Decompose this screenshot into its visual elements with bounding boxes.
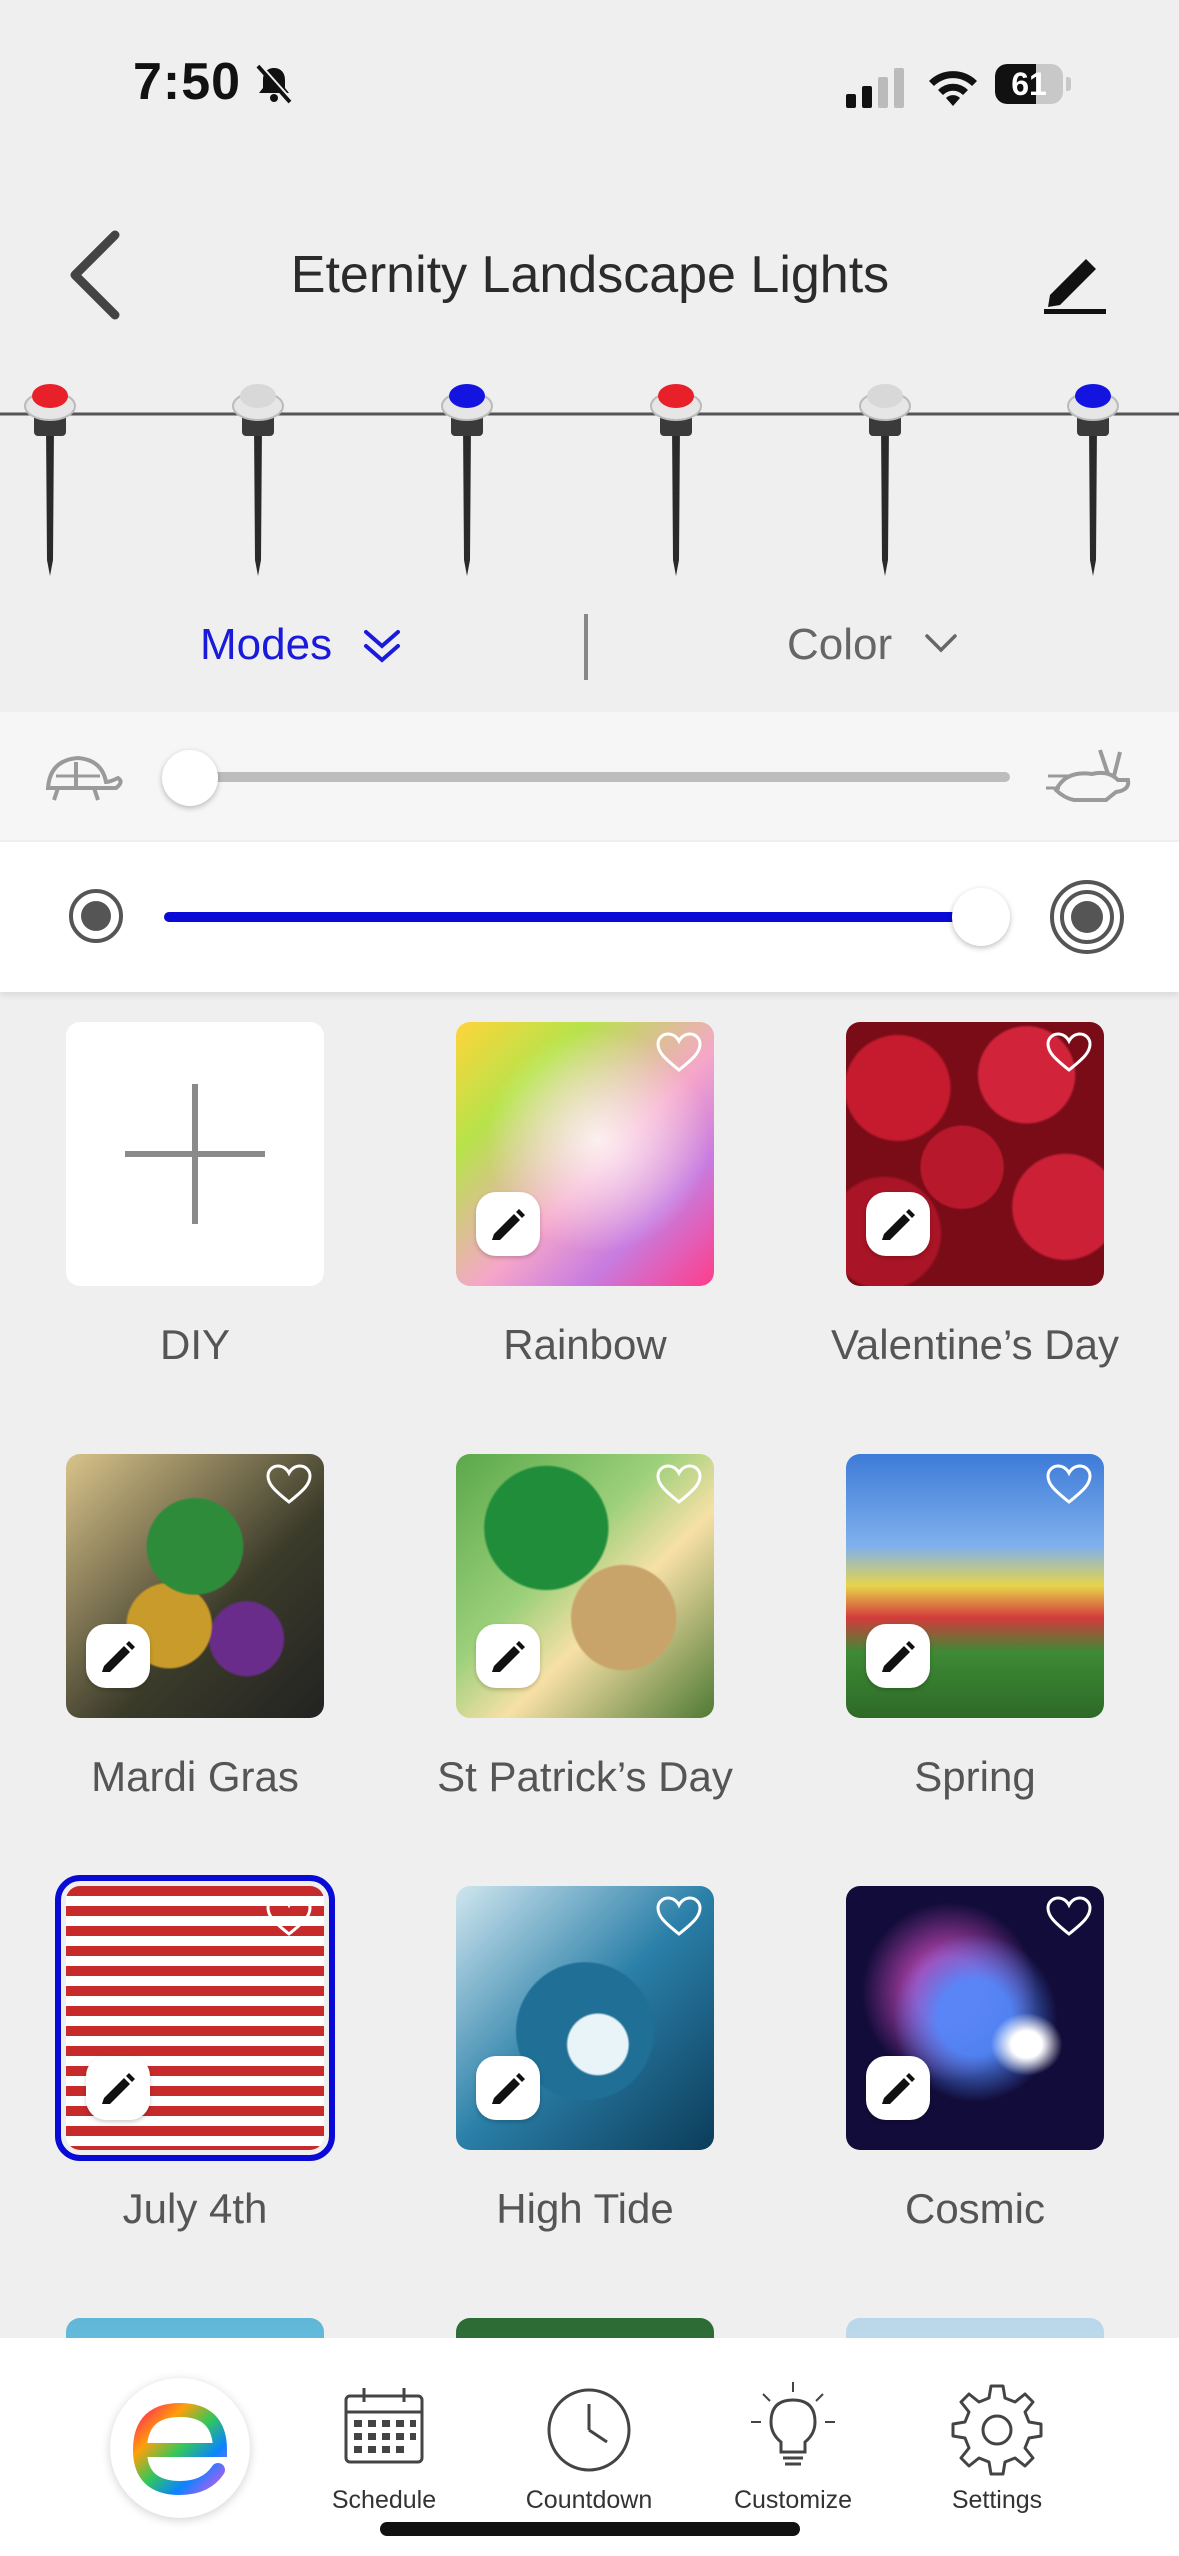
mode-label: Mardi Gras <box>91 1753 299 1800</box>
speed-slider-knob[interactable] <box>162 750 218 806</box>
bell-muted-icon <box>256 63 293 104</box>
eternity-logo-icon <box>132 2402 228 2496</box>
battery-level: 61 <box>1011 66 1047 102</box>
light-stake-6 <box>1067 384 1119 576</box>
mode-label: DIY <box>159 1321 230 1368</box>
mode-label: High Tide <box>496 2185 674 2232</box>
mode-label: Valentine’s Day <box>831 1321 1119 1368</box>
back-chevron-icon[interactable] <box>60 225 130 325</box>
turtle-slow-icon <box>45 755 123 801</box>
mode-label: Cosmic <box>904 2185 1045 2232</box>
edit-mode-button[interactable] <box>866 1192 930 1256</box>
brightness-panel <box>0 842 1179 992</box>
brightness-slider-knob[interactable] <box>952 888 1010 946</box>
nav-settings[interactable]: Settings <box>922 2378 1072 2514</box>
heart-icon[interactable] <box>266 1464 312 1506</box>
nav-countdown[interactable]: Countdown <box>514 2378 664 2514</box>
mode-tile-rainbow[interactable] <box>456 1022 714 1286</box>
pencil-icon <box>492 1209 525 1240</box>
nav-label-settings: Settings <box>951 2486 1043 2514</box>
edit-pencil-icon[interactable] <box>1040 245 1110 315</box>
mode-tile-high-tide[interactable] <box>456 1886 714 2150</box>
mode-tile-diy[interactable] <box>66 1022 324 1286</box>
mode-tile-cosmic[interactable] <box>846 1886 1104 2150</box>
mode-tile-partial[interactable] <box>456 2318 714 2340</box>
tab-modes[interactable]: Modes <box>200 620 332 670</box>
edit-mode-button[interactable] <box>476 2056 540 2120</box>
pencil-icon <box>492 1641 525 1672</box>
brightness-slider-fill <box>164 912 984 922</box>
light-stake-3 <box>441 384 493 576</box>
edit-mode-button[interactable] <box>86 2056 150 2120</box>
edit-mode-button[interactable] <box>476 1192 540 1256</box>
mode-label: St Patrick’s Day <box>437 1753 733 1800</box>
double-chevron-down-icon[interactable] <box>362 626 402 666</box>
chevron-down-icon[interactable] <box>924 630 958 658</box>
tab-color[interactable]: Color <box>787 620 892 670</box>
nav-label-schedule: Schedule <box>331 2486 437 2514</box>
heart-icon[interactable] <box>656 1464 702 1506</box>
light-stake-2 <box>232 384 284 576</box>
heart-icon[interactable] <box>1046 1032 1092 1074</box>
light-stake-1 <box>24 384 76 576</box>
brightness-low-icon <box>69 889 123 943</box>
pencil-icon <box>882 1209 915 1240</box>
brightness-slider-track[interactable] <box>164 912 984 922</box>
mode-color-tabs: Modes Color <box>0 600 1179 700</box>
lightbulb-icon <box>751 2382 835 2466</box>
edit-mode-button[interactable] <box>476 1624 540 1688</box>
rabbit-fast-icon <box>1046 749 1131 802</box>
mode-tile-july-4th[interactable] <box>55 1875 335 2161</box>
gear-icon <box>951 2384 1043 2476</box>
light-strip-preview <box>0 384 1179 576</box>
edit-mode-button[interactable] <box>866 2056 930 2120</box>
battery-indicator: 61 <box>995 64 1075 108</box>
pencil-icon <box>492 2073 525 2104</box>
light-stake-4 <box>650 384 702 576</box>
page-title: Eternity Landscape Lights <box>290 246 890 304</box>
light-stake-5 <box>859 384 911 576</box>
speed-panel <box>0 712 1179 840</box>
edit-mode-button[interactable] <box>86 1624 150 1688</box>
heart-icon[interactable] <box>1046 1896 1092 1938</box>
edit-mode-button[interactable] <box>866 1624 930 1688</box>
mode-tile-partial[interactable] <box>66 2318 324 2340</box>
heart-icon[interactable] <box>656 1896 702 1938</box>
mode-tile-mardi-gras[interactable] <box>66 1454 324 1718</box>
mode-tile-st-patricks-day[interactable] <box>456 1454 714 1718</box>
nav-label-customize: Customize <box>733 2486 853 2514</box>
pencil-icon <box>882 2073 915 2104</box>
wifi-icon <box>929 71 977 106</box>
pencil-icon <box>102 2073 135 2104</box>
mode-label: July 4th <box>122 2185 268 2232</box>
status-time: 7:50 <box>133 53 242 111</box>
nav-customize[interactable]: Customize <box>718 2378 868 2514</box>
pencil-icon <box>882 1641 915 1672</box>
mode-label: Rainbow <box>503 1321 667 1368</box>
nav-label-countdown: Countdown <box>525 2486 653 2514</box>
heart-icon[interactable] <box>1046 1464 1092 1506</box>
mode-label: Spring <box>914 1753 1036 1800</box>
pencil-icon <box>102 1641 135 1672</box>
plus-icon <box>125 1084 265 1224</box>
speed-slider-track[interactable] <box>190 772 1010 782</box>
status-bar: 7:50 61 <box>0 0 1179 150</box>
mode-tile-spring[interactable] <box>846 1454 1104 1718</box>
mode-tile-partial[interactable] <box>846 2318 1104 2340</box>
clock-icon <box>547 2388 631 2472</box>
heart-icon[interactable] <box>266 1896 312 1938</box>
nav-schedule[interactable]: Schedule <box>309 2378 459 2514</box>
calendar-icon <box>344 2388 424 2464</box>
modes-grid: DIY Rainbow Valentine’s Day Mardi Gras S… <box>0 1000 1179 2340</box>
tab-divider <box>584 614 588 680</box>
mode-tile-valentines-day[interactable] <box>846 1022 1104 1286</box>
home-indicator <box>380 2522 800 2536</box>
heart-icon[interactable] <box>656 1032 702 1074</box>
app-logo-button[interactable] <box>110 2378 250 2518</box>
cellular-signal-icon <box>846 68 904 108</box>
brightness-high-icon <box>1050 880 1124 954</box>
